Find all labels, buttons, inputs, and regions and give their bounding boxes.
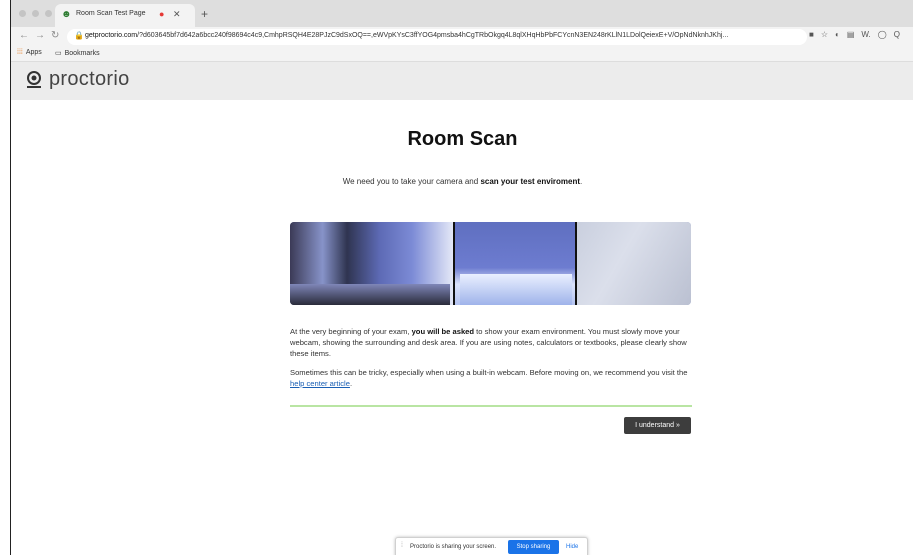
star-icon[interactable]: ☆ <box>821 30 828 39</box>
subtitle: We need you to take your camera and scan… <box>342 177 583 186</box>
proctorio-header: proctorio <box>11 62 913 100</box>
extension-icon[interactable]: ◐ <box>835 30 840 39</box>
tab-title: Room Scan Test Page <box>76 10 146 17</box>
new-tab-button[interactable]: + <box>201 7 208 21</box>
bookmark-apps[interactable]: ⁞⁞⁞ Apps <box>17 49 42 56</box>
drag-handle-icon[interactable]: ⁞ <box>401 542 403 549</box>
page-title: Room Scan <box>407 128 518 150</box>
help-center-link[interactable]: help center article <box>290 379 350 388</box>
tab-bar: ☻ Room Scan Test Page ● ✕ + <box>11 0 913 27</box>
extension-icon[interactable]: ▤ <box>847 30 855 39</box>
room-scan-panorama-image <box>290 222 691 305</box>
reload-icon[interactable]: ↻ <box>51 30 59 41</box>
share-message: Proctorio is sharing your screen. <box>410 544 497 550</box>
tab-room-scan[interactable]: ☻ Room Scan Test Page ● ✕ <box>55 4 195 27</box>
i-understand-button[interactable]: I understand » <box>624 417 691 434</box>
stop-sharing-button[interactable]: Stop sharing <box>508 540 559 554</box>
bookmark-folder[interactable]: ▭ Bookmarks <box>55 49 100 57</box>
proctorio-logo-icon <box>27 71 41 88</box>
back-icon[interactable]: ← <box>19 30 29 41</box>
cast-icon[interactable]: ■ <box>809 30 814 39</box>
help-paragraph: Sometimes this can be tricky, especially… <box>290 368 688 388</box>
divider <box>290 405 692 407</box>
screen-share-bar: ⁞ Proctorio is sharing your screen. Stop… <box>395 537 588 555</box>
apps-grid-icon: ⁞⁞⁞ <box>17 49 23 56</box>
bookmarks-bar: ⁞⁞⁞ Apps ▭ Bookmarks <box>11 47 913 62</box>
folder-icon: ▭ <box>55 50 62 57</box>
extension-toolbar: ■ ☆ ◐ ▤ W. ◯ Q <box>809 30 900 39</box>
forward-icon[interactable]: → <box>35 30 45 41</box>
extension-icon[interactable]: ◯ <box>878 30 887 39</box>
close-tab-icon[interactable]: ✕ <box>173 9 181 20</box>
window-controls[interactable] <box>19 10 52 17</box>
extension-icon[interactable]: W. <box>861 30 870 39</box>
instructions-paragraph: At the very beginning of your exam, you … <box>290 327 687 358</box>
address-bar[interactable]: 🔒 getproctorio.com/?d603645bf7d642a6bcc2… <box>67 29 807 45</box>
url-text: getproctorio.com/?d603645bf7d642a6bcc240… <box>85 32 729 39</box>
hide-button[interactable]: Hide <box>566 544 578 550</box>
lock-icon: 🔒 <box>74 31 84 40</box>
browser-window: ☻ Room Scan Test Page ● ✕ + ← → ↻ 🔒 getp… <box>10 0 913 555</box>
extension-icon[interactable]: Q <box>894 30 900 39</box>
address-row: ← → ↻ 🔒 getproctorio.com/?d603645bf7d642… <box>11 27 913 47</box>
recording-icon: ● <box>159 9 165 19</box>
proctorio-favicon-icon: ☻ <box>61 9 72 20</box>
brand-name: proctorio <box>49 68 130 90</box>
